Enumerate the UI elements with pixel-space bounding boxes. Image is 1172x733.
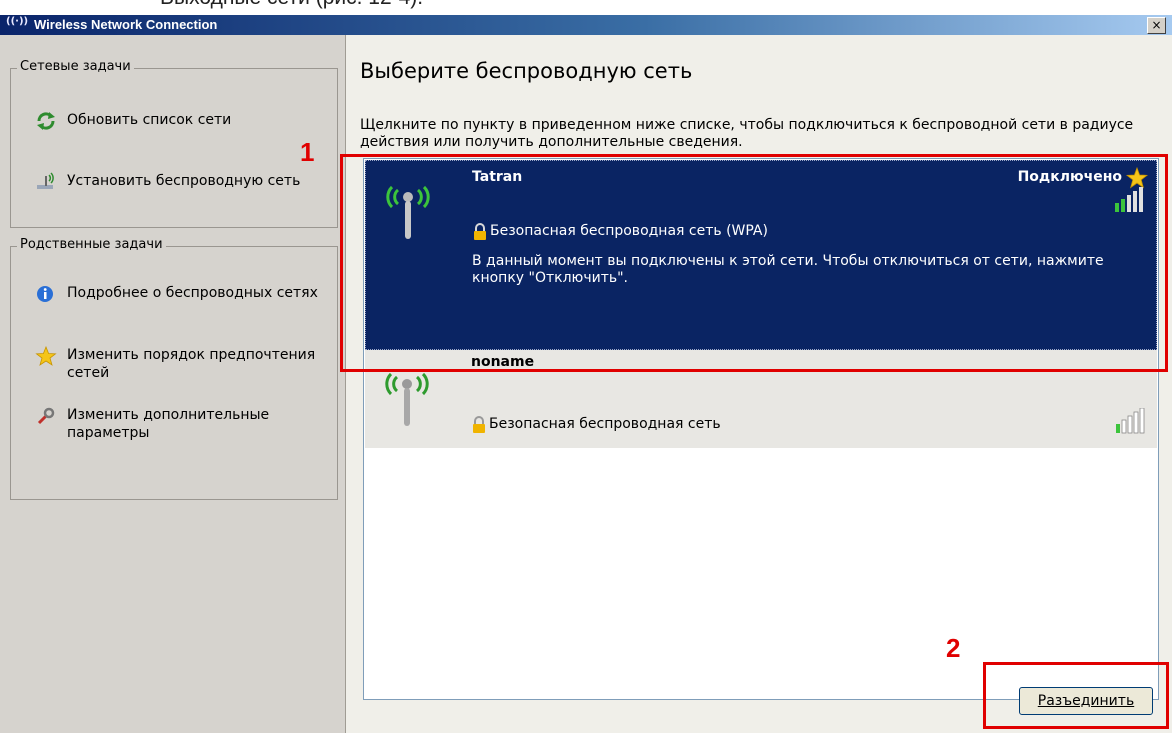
lock-icon	[473, 416, 485, 433]
task-learn-label: Подробнее о беспроводных сетях	[67, 285, 318, 301]
task-setup-label: Установить беспроводную сеть	[67, 173, 301, 189]
related-tasks-title: Родственные задачи	[17, 237, 166, 252]
window-title: Wireless Network Connection	[34, 17, 218, 32]
annotation-marker-1: 1	[300, 137, 315, 167]
task-change-order-label: Изменить порядок предпочтения сетей	[67, 347, 316, 381]
network-tasks-group: Сетевые задачи Обновить список сети Уста…	[10, 59, 338, 228]
info-icon	[37, 286, 53, 302]
wireless-network-icon: ((·))	[6, 16, 29, 27]
close-button[interactable]: ×	[1147, 17, 1166, 34]
page-title: Выберите беспроводную сеть	[360, 59, 693, 83]
security-type: Безопасная беспроводная сеть	[489, 416, 721, 432]
window-titlebar: ((·)) Wireless Network Connection ×	[0, 15, 1172, 35]
annotation-box-2	[983, 662, 1169, 729]
wireless-setup-icon	[37, 172, 54, 189]
instructions-text: Щелкните по пункту в приведенном ниже сп…	[360, 117, 1134, 150]
related-tasks-group: Родственные задачи Подробнее о беспровод…	[10, 237, 338, 500]
document-caption: Выходные сети (рис. 12-4).	[160, 0, 423, 10]
network-tasks-title: Сетевые задачи	[17, 59, 134, 74]
star-icon	[35, 346, 57, 366]
task-advanced-label: Изменить дополнительные параметры	[67, 407, 270, 441]
close-icon: ×	[1151, 18, 1162, 32]
annotation-box-1	[340, 154, 1168, 372]
refresh-icon	[37, 112, 55, 130]
signal-strength-icon	[1116, 408, 1145, 434]
task-pane: Сетевые задачи Обновить список сети Уста…	[0, 35, 346, 733]
annotation-marker-2: 2	[946, 633, 961, 663]
task-refresh-label: Обновить список сети	[67, 112, 232, 128]
settings-icon	[37, 407, 55, 425]
main-pane: Выберите беспроводную сеть Щелкните по п…	[346, 35, 1172, 733]
